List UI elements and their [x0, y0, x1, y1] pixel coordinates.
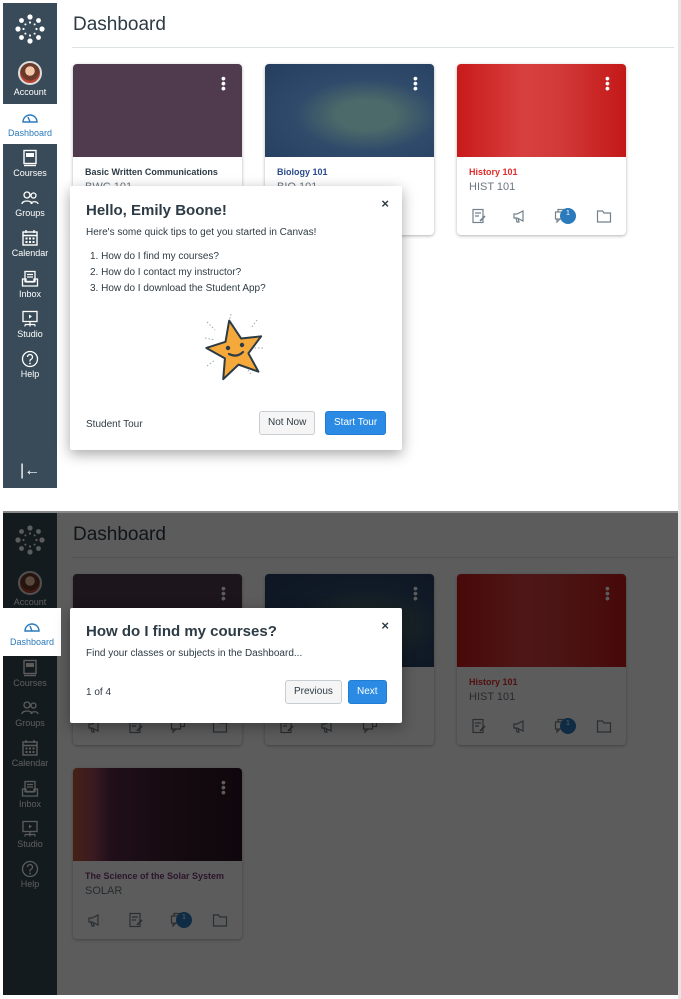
files-icon[interactable]: [596, 208, 612, 224]
calendar-icon: [21, 229, 39, 247]
tour-step-body: Find your classes or subjects in the Das…: [86, 648, 303, 659]
course-card[interactable]: ••• History 101 HIST 101 1: [457, 64, 626, 235]
nav-label: Courses: [13, 168, 47, 178]
tour-step-popover: × How do I find my courses? Find your cl…: [70, 608, 402, 723]
groups-icon: [21, 189, 39, 207]
collapse-nav-icon[interactable]: |←: [20, 462, 40, 480]
tip-item: 2. How do I contact my instructor?: [90, 267, 242, 278]
card-hero: •••: [73, 64, 242, 157]
nav-calendar[interactable]: Calendar: [3, 229, 57, 258]
course-name[interactable]: Basic Written Communications: [85, 167, 218, 177]
nav-label: Inbox: [18, 289, 42, 299]
assignments-icon[interactable]: [471, 208, 487, 224]
card-menu-icon[interactable]: •••: [221, 71, 226, 95]
card-hero: •••: [265, 64, 434, 157]
inbox-icon: [21, 270, 39, 288]
close-icon[interactable]: ×: [381, 618, 389, 633]
nav-account[interactable]: Account: [3, 61, 57, 97]
page-title: Dashboard: [73, 14, 166, 35]
dashboard-icon: [23, 618, 41, 636]
nav-courses[interactable]: Courses: [3, 149, 57, 178]
student-tour-label: Student Tour: [86, 419, 143, 430]
main-content: Dashboard • • • Basic Written Communicatio…: [57, 3, 678, 503]
avatar: [18, 61, 42, 85]
card-menu-icon[interactable]: •••: [605, 71, 610, 95]
nav-label: Dashboard: [7, 128, 53, 138]
tour-overlay[interactable]: [3, 513, 678, 995]
star-illustration-icon: [195, 308, 275, 388]
announcements-icon[interactable]: [512, 208, 528, 224]
previous-button[interactable]: Previous: [285, 680, 342, 704]
nav-label: Calendar: [11, 248, 49, 258]
nav-label: Help: [20, 369, 40, 379]
tour-progress: 1 of 4: [86, 687, 112, 698]
tip-item: 3. How do I download the Student App?: [90, 283, 266, 294]
close-icon[interactable]: ×: [381, 196, 389, 211]
nav-dashboard-highlight[interactable]: Dashboard: [3, 608, 61, 656]
canvas-logo-icon[interactable]: [15, 14, 45, 44]
unread-badge: 1: [560, 208, 576, 224]
divider: [72, 47, 674, 48]
card-actions: 1: [457, 208, 626, 228]
welcome-intro: Here's some quick tips to get you starte…: [86, 227, 317, 238]
nav-inbox[interactable]: Inbox: [3, 270, 57, 299]
nav-label: Groups: [15, 208, 45, 218]
card-hero: •••: [457, 64, 626, 157]
dashboard-icon: [21, 109, 39, 127]
nav-label: Studio: [17, 329, 43, 339]
welcome-screen: Account Dashboard Courses Groups Calenda…: [3, 3, 678, 503]
nav-dashboard[interactable]: Dashboard: [3, 104, 57, 144]
next-button[interactable]: Next: [348, 680, 387, 704]
studio-icon: [21, 310, 39, 328]
welcome-title: Hello, Emily Boone!: [86, 202, 227, 219]
course-name[interactable]: Biology 101: [277, 167, 328, 177]
nav-help[interactable]: Help: [3, 350, 57, 379]
nav-label: Account: [13, 87, 47, 97]
not-now-button[interactable]: Not Now: [259, 411, 316, 435]
tour-step-screen: Account Courses Groups Calendar Inbox St…: [3, 511, 678, 995]
discussions-icon[interactable]: 1: [554, 208, 576, 224]
nav-studio[interactable]: Studio: [3, 310, 57, 339]
courses-icon: [21, 149, 39, 167]
global-nav: Account Dashboard Courses Groups Calenda…: [3, 3, 57, 488]
tour-step-title: How do I find my courses?: [86, 623, 277, 640]
course-name[interactable]: History 101: [469, 167, 518, 177]
welcome-popover: × Hello, Emily Boone! Here's some quick …: [70, 186, 402, 450]
nav-label: Dashboard: [9, 637, 55, 647]
course-code: HIST 101: [469, 181, 516, 193]
card-menu-icon[interactable]: •••: [413, 71, 418, 95]
tips-list: 1. How do I find my courses? 2. How do I…: [90, 249, 266, 297]
help-icon: [21, 350, 39, 368]
nav-groups[interactable]: Groups: [3, 189, 57, 218]
tip-item: 1. How do I find my courses?: [90, 251, 219, 262]
start-tour-button[interactable]: Start Tour: [325, 411, 387, 435]
